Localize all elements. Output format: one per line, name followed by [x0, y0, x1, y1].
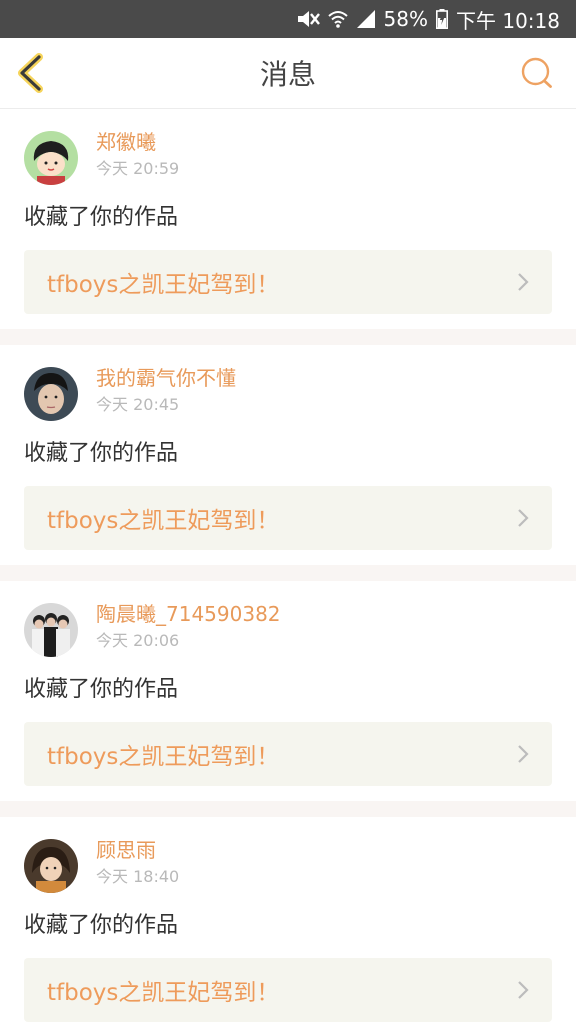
work-title: tfboys之凯王妃驾到！ — [47, 272, 280, 298]
message-item: 我的霸气你不懂 今天 20:45 收藏了你的作品 tfboys之凯王妃驾到！ — [0, 345, 576, 565]
avatar[interactable] — [24, 603, 78, 657]
message-meta: 郑徽曦 今天 20:59 — [96, 129, 179, 181]
avatar[interactable] — [24, 839, 78, 893]
separator — [0, 565, 576, 581]
timestamp: 今天 20:45 — [96, 395, 180, 414]
timestamp: 今天 20:59 — [96, 159, 180, 178]
avatar[interactable] — [24, 131, 78, 185]
work-title: tfboys之凯王妃驾到！ — [47, 508, 280, 534]
action-text: 收藏了你的作品 — [24, 441, 179, 466]
app-bar: 消息 — [0, 38, 576, 109]
username[interactable]: 郑徽曦 — [96, 129, 179, 155]
action-text: 收藏了你的作品 — [24, 677, 179, 702]
avatar[interactable] — [24, 367, 78, 421]
chevron-right-icon — [518, 509, 529, 527]
separator — [0, 329, 576, 345]
message-meta: 陶晨曦_714590382 今天 20:06 — [96, 601, 281, 653]
chevron-left-icon — [18, 53, 43, 93]
action-text: 收藏了你的作品 — [24, 205, 179, 230]
message-meta: 顾思雨 今天 18:40 — [96, 837, 179, 889]
action-text: 收藏了你的作品 — [24, 913, 179, 938]
mute-icon — [296, 8, 320, 30]
battery-icon — [436, 9, 448, 29]
work-link[interactable]: tfboys之凯王妃驾到！ — [24, 486, 552, 550]
username[interactable]: 顾思雨 — [96, 837, 179, 863]
timestamp: 今天 20:06 — [96, 631, 180, 650]
signal-icon — [356, 9, 376, 29]
username[interactable]: 我的霸气你不懂 — [96, 365, 236, 391]
battery-percent: 58% — [383, 7, 428, 31]
message-item: 陶晨曦_714590382 今天 20:06 收藏了你的作品 tfboys之凯王… — [0, 581, 576, 801]
work-title: tfboys之凯王妃驾到！ — [47, 744, 280, 770]
work-title: tfboys之凯王妃驾到！ — [47, 980, 280, 1006]
search-button[interactable] — [520, 56, 554, 90]
chevron-right-icon — [518, 981, 529, 999]
page-title: 消息 — [259, 58, 316, 91]
message-header: 顾思雨 今天 18:40 — [24, 837, 552, 893]
separator — [0, 801, 576, 817]
clock: 下午 10:18 — [456, 8, 560, 33]
work-link[interactable]: tfboys之凯王妃驾到！ — [24, 722, 552, 786]
message-item: 顾思雨 今天 18:40 收藏了你的作品 tfboys之凯王妃驾到！ — [0, 817, 576, 1024]
message-meta: 我的霸气你不懂 今天 20:45 — [96, 365, 236, 417]
message-item: 郑徽曦 今天 20:59 收藏了你的作品 tfboys之凯王妃驾到！ — [0, 109, 576, 329]
back-button[interactable] — [14, 52, 48, 94]
status-bar: 58% 下午 10:18 — [0, 0, 576, 38]
message-list: 郑徽曦 今天 20:59 收藏了你的作品 tfboys之凯王妃驾到！ 我的霸气你… — [0, 109, 576, 1024]
work-link[interactable]: tfboys之凯王妃驾到！ — [24, 250, 552, 314]
message-header: 郑徽曦 今天 20:59 — [24, 129, 552, 185]
timestamp: 今天 18:40 — [96, 867, 180, 886]
message-header: 我的霸气你不懂 今天 20:45 — [24, 365, 552, 421]
wifi-icon — [327, 9, 348, 29]
chevron-right-icon — [518, 273, 529, 291]
message-header: 陶晨曦_714590382 今天 20:06 — [24, 601, 552, 657]
username[interactable]: 陶晨曦_714590382 — [96, 601, 281, 627]
search-icon — [521, 57, 552, 88]
chevron-right-icon — [518, 745, 529, 763]
work-link[interactable]: tfboys之凯王妃驾到！ — [24, 958, 552, 1022]
